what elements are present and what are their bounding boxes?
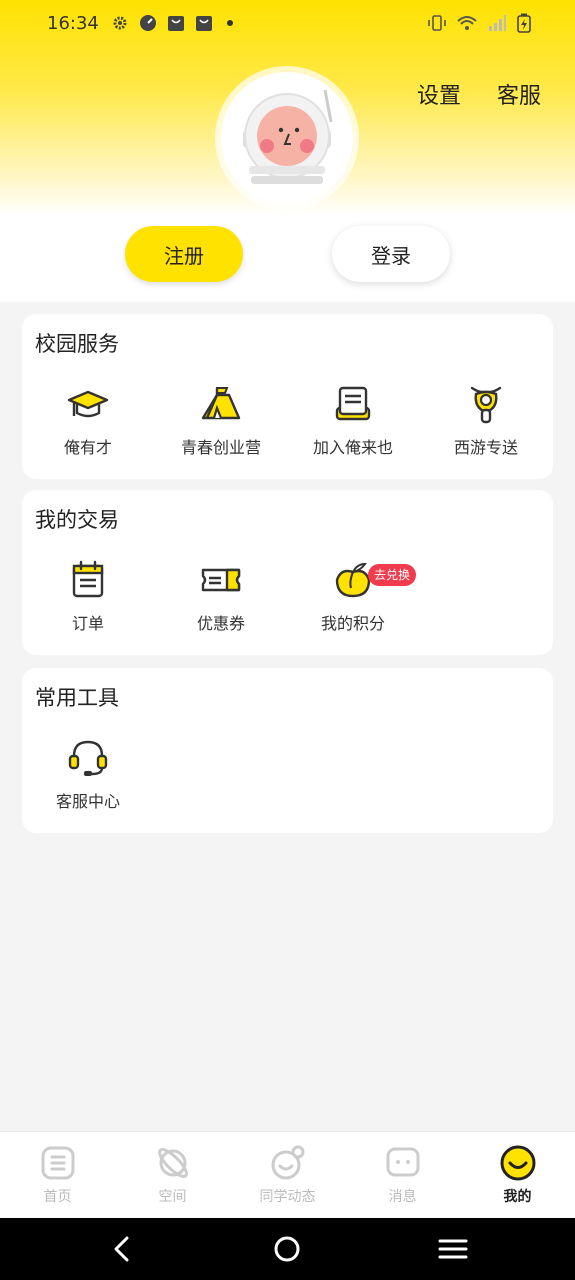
my-trade-grid: 订单 优惠券 我的积分 <box>22 558 553 648</box>
trade-item-label: 优惠券 <box>196 614 245 633</box>
ticket-icon <box>201 568 241 592</box>
system-nav-bar <box>0 1218 575 1280</box>
tab-home[interactable]: 首页 <box>0 1144 115 1214</box>
common-tools-grid: 客服中心 <box>22 736 553 826</box>
tool-item-label: 客服中心 <box>55 792 120 811</box>
service-item-delivery[interactable]: 西游专送 <box>420 382 552 472</box>
service-item-label: 俺有才 <box>63 438 112 457</box>
shopping-bag-status-icon <box>167 16 184 31</box>
home-icon <box>41 1146 74 1180</box>
settings-gear-status-icon <box>113 16 127 30</box>
tab-classmates[interactable]: 同学动态 <box>230 1144 345 1214</box>
tab-messages[interactable]: 消息 <box>345 1144 460 1214</box>
tab-label: 消息 <box>388 1189 417 1205</box>
service-item-label: 加入俺来也 <box>312 438 393 457</box>
settings-link[interactable]: 设置 <box>417 78 461 110</box>
moments-icon <box>271 1145 304 1180</box>
my-trade-title: 我的交易 <box>35 508 119 532</box>
signal-icon <box>489 15 506 31</box>
trade-item-label: 我的积分 <box>320 614 385 633</box>
tab-label: 同学动态 <box>259 1189 316 1205</box>
service-item-label: 西游专送 <box>453 438 518 457</box>
planet-icon <box>157 1148 188 1178</box>
tab-label: 我的 <box>503 1189 532 1205</box>
bottom-tab-bar: 首页 空间 同学动态 消息 我的 <box>0 1131 575 1218</box>
status-bar: 16:34 <box>0 0 575 46</box>
astronaut-avatar-icon <box>243 89 333 184</box>
campus-services-card: 校园服务 俺有才 青春创业营 加入俺来也 西游专送 <box>22 314 553 479</box>
trade-item-orders[interactable]: 订单 <box>22 558 154 648</box>
common-tools-title: 常用工具 <box>35 686 119 710</box>
service-item-talent[interactable]: 俺有才 <box>22 382 154 472</box>
calendar-icon <box>72 560 104 598</box>
scooter-icon <box>470 386 502 424</box>
tab-space[interactable]: 空间 <box>115 1144 230 1214</box>
my-trade-card: 我的交易 订单 优惠券 我的积分 去兑换 <box>22 490 553 655</box>
me-smile-icon <box>500 1145 535 1181</box>
register-box-icon <box>335 386 371 421</box>
tab-me[interactable]: 我的 <box>460 1144 575 1214</box>
campus-services-title: 校园服务 <box>35 332 119 356</box>
menu-icon[interactable] <box>438 1234 468 1264</box>
tab-label: 空间 <box>158 1189 187 1205</box>
app-status-icon <box>139 15 156 31</box>
campus-services-grid: 俺有才 青春创业营 加入俺来也 西游专送 <box>22 382 553 472</box>
notification-dot-icon <box>226 20 233 26</box>
trade-item-coupons[interactable]: 优惠券 <box>155 558 287 648</box>
vibrate-icon <box>428 15 446 31</box>
tool-item-service-center[interactable]: 客服中心 <box>22 736 154 826</box>
status-time: 16:34 <box>47 12 99 34</box>
shopping-bag-status-icon-2 <box>195 16 212 31</box>
login-button[interactable]: 登录 <box>332 226 450 282</box>
tent-icon <box>201 387 241 420</box>
wifi-icon <box>457 16 477 30</box>
avatar[interactable] <box>221 72 353 204</box>
graduation-cap-icon <box>67 390 109 418</box>
status-right <box>427 13 531 33</box>
tab-label: 首页 <box>43 1189 72 1205</box>
service-item-label: 青春创业营 <box>180 438 261 457</box>
common-tools-card: 常用工具 客服中心 <box>22 668 553 833</box>
register-button[interactable]: 注册 <box>125 226 243 282</box>
headset-icon <box>68 740 108 776</box>
service-item-join[interactable]: 加入俺来也 <box>287 382 419 472</box>
service-item-startup-camp[interactable]: 青春创业营 <box>155 382 287 472</box>
customer-service-link[interactable]: 客服 <box>497 78 541 110</box>
profile-page: 16:34 设置 客服 注册 登录 校园服务 俺有才 青春创业营 加入俺来也 西… <box>0 0 575 1280</box>
home-circle-icon[interactable] <box>272 1234 302 1264</box>
battery-charging-icon <box>517 13 531 33</box>
message-icon <box>386 1147 419 1177</box>
trade-item-label: 订单 <box>71 614 104 633</box>
profile-header: 16:34 设置 客服 注册 登录 <box>0 0 575 302</box>
redeem-badge[interactable]: 去兑换 <box>368 564 417 586</box>
back-icon[interactable] <box>107 1234 137 1264</box>
